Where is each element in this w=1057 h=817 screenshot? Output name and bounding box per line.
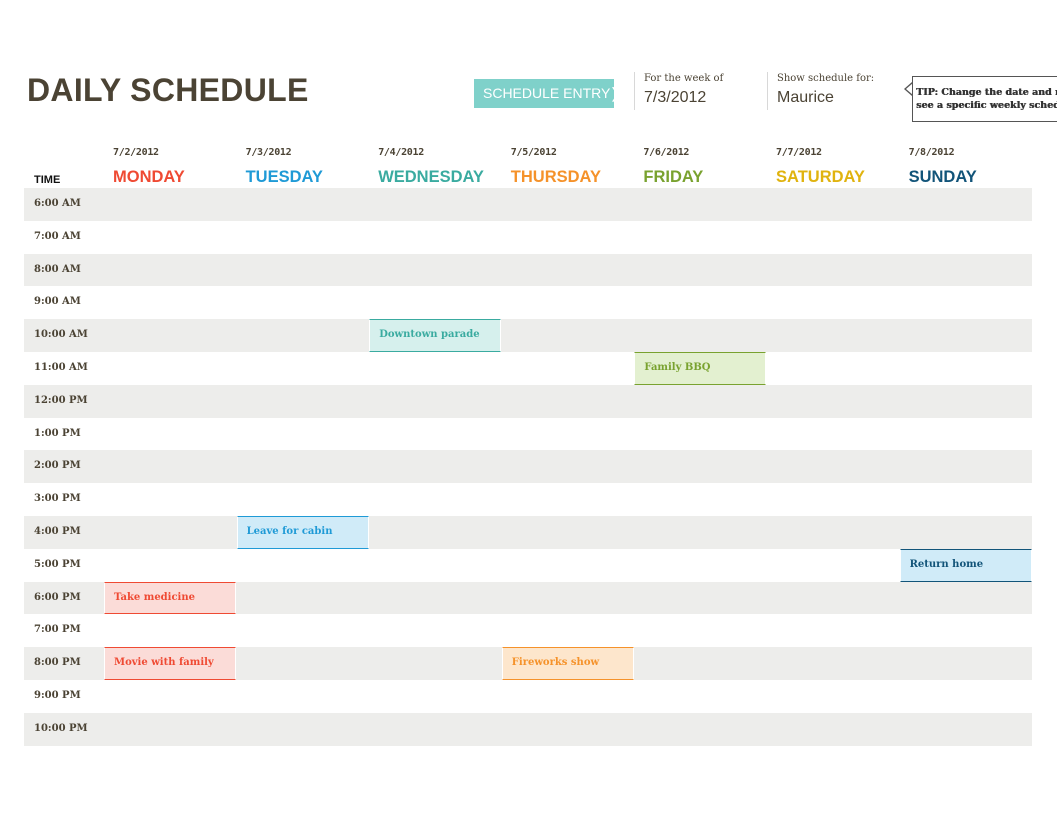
day-date: 7/3/2012 [245, 147, 292, 158]
schedule-event[interactable]: Leave for cabin [236, 515, 369, 549]
time-row: 5:00 PM Return home [24, 548, 1032, 582]
time-label: 1:00 PM [34, 427, 81, 439]
schedule-event[interactable]: Return home [899, 548, 1032, 582]
week-label: For the week of [644, 73, 724, 84]
day-name-wednesday: WEDNESDAY [378, 168, 484, 186]
time-row: 6:00 PM Take medicine [24, 581, 1032, 615]
show-for-label: Show schedule for: [777, 73, 875, 84]
time-label: 2:00 PM [34, 460, 81, 472]
time-label: 10:00 PM [34, 722, 88, 734]
time-row: 12:00 PM [24, 384, 1032, 418]
time-label: 6:00 PM [34, 591, 81, 603]
day-name-friday: FRIDAY [643, 168, 704, 186]
time-label: 11:00 AM [34, 361, 88, 373]
time-label: 9:00 AM [34, 296, 81, 308]
time-label: 9:00 PM [34, 689, 81, 701]
time-label: 12:00 PM [34, 394, 88, 406]
time-label: 6:00 AM [34, 198, 81, 209]
schedule-event[interactable]: Family BBQ [634, 351, 767, 385]
day-date: 7/8/2012 [908, 147, 955, 158]
schedule-entry-label: SCHEDULE ENTRY [483, 85, 611, 101]
day-date: 7/2/2012 [113, 147, 159, 158]
time-row: 4:00 PM Leave for cabin [24, 515, 1032, 549]
day-date: 7/7/2012 [776, 147, 822, 158]
time-label: 3:00 PM [34, 493, 81, 505]
time-row: 8:00 AM [24, 253, 1032, 287]
time-label: 8:00 AM [34, 263, 81, 275]
time-row: 3:00 PM [24, 483, 1032, 516]
time-label: 7:00 PM [34, 624, 81, 636]
time-row: 2:00 PM [24, 450, 1032, 484]
schedule-event[interactable]: Movie with family [104, 647, 237, 680]
time-row: 10:00 AM Downtown parade [24, 319, 1032, 352]
time-row: 11:00 AM Family BBQ [24, 351, 1032, 385]
time-row: 6:00 AM [24, 188, 1032, 221]
day-date: 7/4/2012 [378, 147, 424, 158]
tip-line-1: TIP: Change the date and name to [916, 87, 1057, 98]
chevron-right-icon: ❯ [610, 85, 614, 101]
time-row: 9:00 PM [24, 680, 1032, 713]
page-title: DAILY SCHEDULE [27, 72, 309, 108]
time-label: 5:00 PM [34, 558, 81, 570]
time-label: 4:00 PM [34, 525, 81, 537]
divider [767, 72, 768, 110]
tip-callout: TIP: Change the date and name to see a s… [912, 76, 1057, 122]
day-date: 7/5/2012 [510, 147, 557, 158]
schedule-entry-button[interactable]: SCHEDULE ENTRY❯ [474, 79, 614, 108]
time-row: 10:00 PM [24, 712, 1032, 746]
time-label: 8:00 PM [34, 657, 81, 669]
schedule-grid: 6:00 AM 7:00 AM 8:00 AM 9:00 AM 10:00 AM Down… [24, 188, 1032, 746]
schedule-event[interactable]: Downtown parade [369, 319, 502, 352]
schedule-event[interactable]: Take medicine [104, 581, 237, 615]
day-date: 7/6/2012 [643, 147, 690, 158]
day-name-tuesday: TUESDAY [245, 168, 323, 186]
time-row: 8:00 PM Movie with family Fireworks show [24, 647, 1032, 680]
time-label: 7:00 AM [34, 230, 81, 242]
day-name-monday: MONDAY [113, 168, 185, 186]
time-row: 1:00 PM [24, 418, 1032, 451]
day-name-sunday: SUNDAY [908, 168, 977, 186]
time-column-header: TIME [34, 174, 61, 186]
week-date-input[interactable]: 7/3/2012 [644, 89, 706, 107]
person-name-input[interactable]: Maurice [777, 89, 834, 107]
tip-pointer [904, 82, 913, 96]
time-row: 7:00 PM [24, 614, 1032, 647]
tip-line-2: see a specific weekly schedule [916, 100, 1057, 111]
time-row: 7:00 AM [24, 221, 1032, 254]
day-name-thursday: THURSDAY [510, 168, 601, 186]
divider [634, 72, 635, 110]
day-name-saturday: SATURDAY [776, 168, 865, 186]
time-row: 9:00 AM [24, 286, 1032, 319]
schedule-event[interactable]: Fireworks show [501, 647, 634, 680]
time-label: 10:00 AM [34, 329, 88, 341]
